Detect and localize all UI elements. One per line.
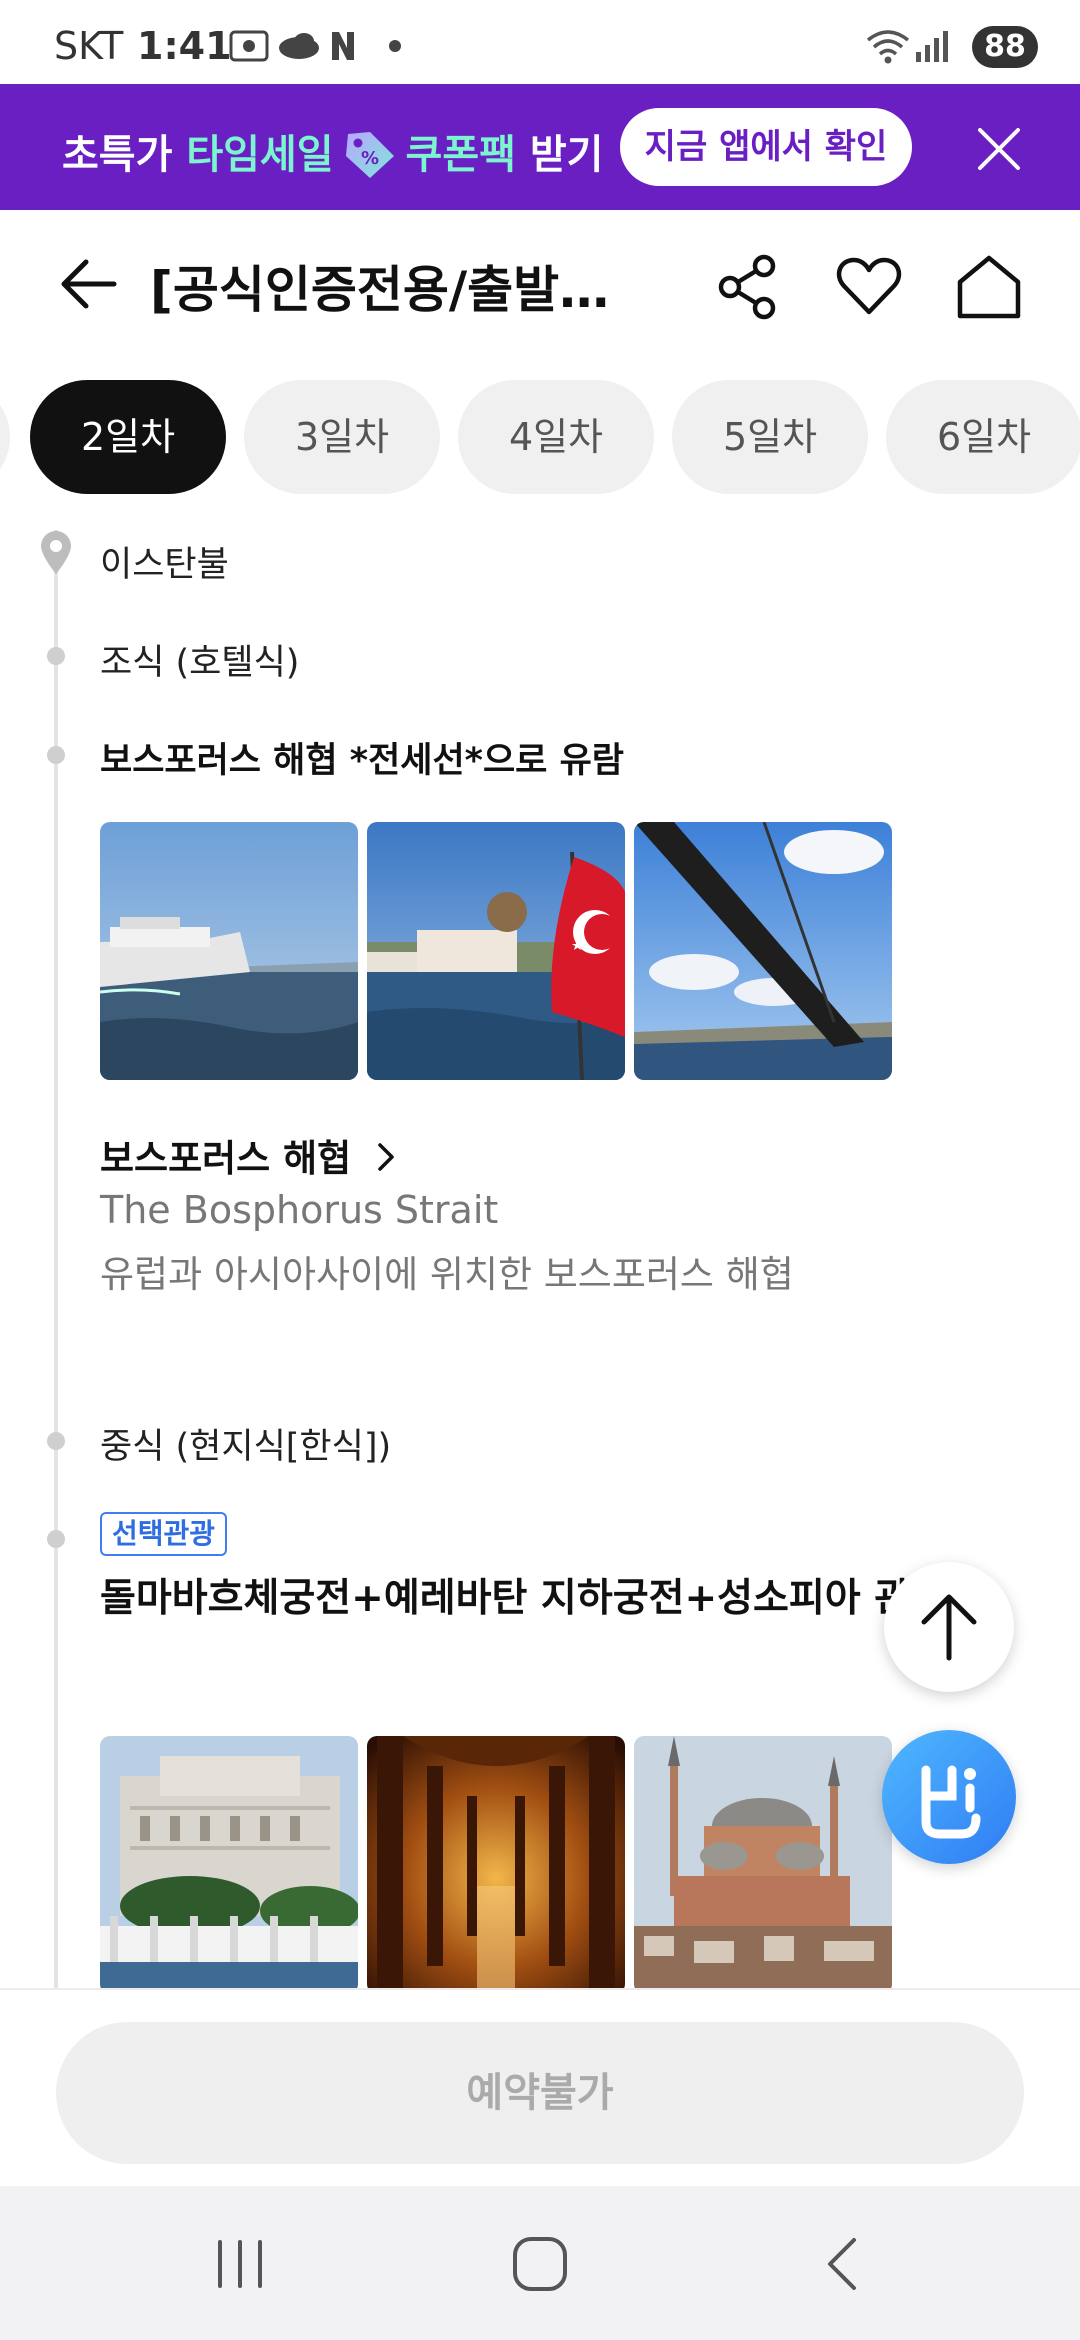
- signal-icon: [916, 31, 948, 62]
- open-app-button[interactable]: 지금 앱에서 확인: [620, 108, 912, 186]
- promo-text-post: 받기: [515, 132, 604, 178]
- list-item: 중식 (현지식[한식]): [100, 1427, 392, 1467]
- scroll-top-button[interactable]: [884, 1562, 1014, 1692]
- close-icon[interactable]: [976, 126, 1022, 172]
- page-title: [공식인증전용/출발확…: [150, 261, 650, 319]
- cloud-icon: [279, 33, 319, 59]
- promo-highlight-couponpack: 쿠폰팩: [405, 132, 516, 178]
- bosphorus-bridge-photo[interactable]: [634, 822, 892, 1080]
- promo-text-pre: 초특가: [62, 132, 187, 178]
- hi-chat-icon: [921, 1765, 981, 1839]
- bosphorus-ferry-photo[interactable]: [100, 822, 358, 1080]
- back-nav-icon[interactable]: [814, 2236, 874, 2292]
- timeline-dot: [47, 647, 65, 665]
- battery-indicator: 88: [972, 26, 1038, 68]
- place-link[interactable]: 보스포러스 해협: [100, 1128, 398, 1182]
- hagia-sophia-photo[interactable]: [634, 1736, 892, 1988]
- list-item: 보스포러스 해협 *전세선*으로 유람: [100, 741, 624, 781]
- place-english-name: The Bosphorus Strait: [100, 1188, 499, 1232]
- optional-tour-title: 돌마바흐체궁전+예레바탄 지하궁전+성소피아 관광: [100, 1576, 946, 1621]
- home-icon[interactable]: [954, 252, 1024, 322]
- status-bar: SKT 1:41 88: [0, 0, 1080, 84]
- tab-day-3[interactable]: 3일차: [244, 380, 440, 494]
- basilica-cistern-photo[interactable]: [367, 1736, 625, 1988]
- promo-text: 초특가 타임세일 % 쿠폰팩 받기: [62, 122, 603, 182]
- clock: 1:41: [137, 24, 232, 68]
- arrow-up-icon: [921, 1594, 977, 1661]
- tab-day-4[interactable]: 4일차: [458, 380, 654, 494]
- tab-day-5[interactable]: 5일차: [672, 380, 868, 494]
- promo-highlight-timesale: 타임세일: [186, 132, 334, 178]
- tab-day-2[interactable]: 2일차: [30, 380, 226, 494]
- location-pin-icon: [41, 531, 71, 574]
- screenshot-icon: [229, 30, 269, 62]
- home-nav-icon[interactable]: [510, 2236, 570, 2292]
- dolmabahce-palace-photo[interactable]: [100, 1736, 358, 1988]
- tab-day-6[interactable]: 6일차: [886, 380, 1080, 494]
- chevron-right-icon: [378, 1143, 394, 1171]
- bosphorus-flag-photo[interactable]: [367, 822, 625, 1080]
- bottom-action-bar: 예약불가: [0, 1988, 1080, 2186]
- optional-tour-badge: 선택관광: [100, 1512, 228, 1556]
- dot-icon: [389, 40, 401, 52]
- heart-icon[interactable]: [834, 252, 904, 322]
- timeline-dot: [47, 746, 65, 764]
- reserve-button[interactable]: 예약불가: [56, 2022, 1024, 2164]
- share-icon[interactable]: [714, 252, 784, 322]
- promo-banner[interactable]: 초특가 타임세일 % 쿠폰팩 받기 지금 앱에서 확인: [0, 84, 1080, 210]
- place-description: 유럽과 아시아사이에 위치한 보스포러스 해협: [100, 1253, 794, 1296]
- timeline-dot: [47, 1432, 65, 1450]
- wifi-icon: [866, 30, 910, 64]
- system-nav-bar: [0, 2186, 1080, 2340]
- recent-apps-icon[interactable]: [210, 2236, 270, 2292]
- back-arrow-icon[interactable]: [56, 252, 120, 316]
- tab-day-1[interactable]: [0, 380, 10, 494]
- list-item: 조식 (호텔식): [100, 643, 300, 683]
- carrier-label: SKT: [54, 24, 124, 68]
- page-header: [공식인증전용/출발확…: [0, 210, 1080, 360]
- timeline-dot: [47, 1530, 65, 1548]
- chatbot-button[interactable]: [882, 1730, 1016, 1864]
- place-name: 보스포러스 해협: [100, 1137, 352, 1180]
- svg-text:%: %: [361, 148, 379, 169]
- coupon-tag-icon: %: [345, 132, 394, 178]
- location-label: 이스탄불: [100, 545, 229, 585]
- naver-icon: [332, 32, 354, 60]
- day-tabs: 2일차 3일차 4일차 5일차 6일차: [0, 380, 1080, 496]
